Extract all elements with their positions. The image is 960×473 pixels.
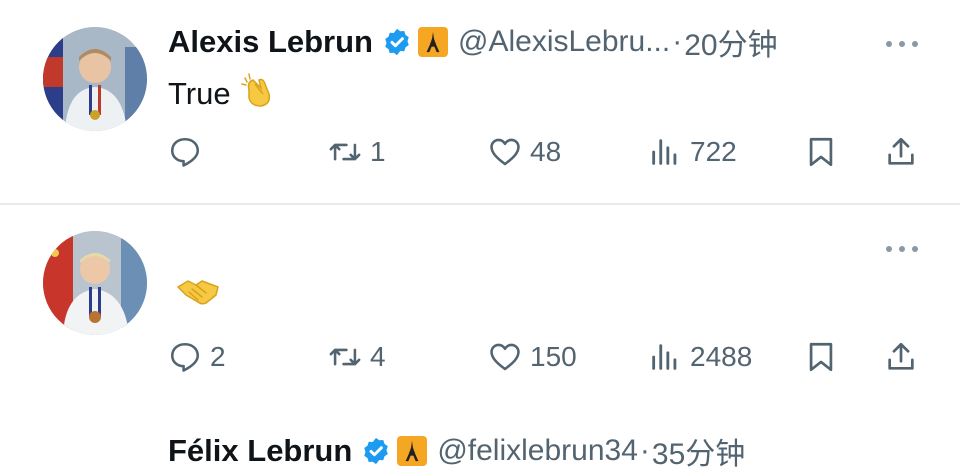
tweet-header: Alexis Lebrun @AlexisLebru... · 20分钟 xyxy=(168,22,778,62)
like-icon xyxy=(490,138,520,166)
like-count: 150 xyxy=(530,341,577,372)
tweet-actions: 2 4 150 2488 xyxy=(168,333,928,381)
timestamp[interactable]: 20分钟 xyxy=(684,20,777,64)
like-icon xyxy=(490,343,520,371)
tweet-actions: 1 48 722 xyxy=(168,128,928,176)
timestamp[interactable]: 35分钟 xyxy=(652,429,745,473)
avatar[interactable] xyxy=(43,27,147,131)
reply-icon xyxy=(170,137,200,167)
tweet[interactable]: Alexis Lebrun @AlexisLebru... · 20分钟 Tru… xyxy=(0,0,960,203)
tweet-text xyxy=(168,273,220,317)
eiffel-tower-icon xyxy=(397,436,428,466)
bookmark-icon xyxy=(809,342,833,372)
retweet-icon xyxy=(329,143,361,161)
separator: · xyxy=(639,434,650,467)
share-icon xyxy=(888,137,914,165)
like-button[interactable]: 150 xyxy=(488,333,577,381)
retweet-button[interactable]: 1 xyxy=(328,128,386,176)
reply-icon xyxy=(170,342,200,372)
reply-button[interactable]: 2 xyxy=(168,333,226,381)
handshake-icon xyxy=(176,273,220,317)
reply-button[interactable] xyxy=(168,128,210,176)
author-handle[interactable]: @felixlebrun34 xyxy=(437,434,638,468)
share-button[interactable] xyxy=(884,128,918,176)
author-name[interactable]: Félix Lebrun xyxy=(168,433,352,469)
bookmark-icon xyxy=(809,137,833,167)
like-button[interactable]: 48 xyxy=(488,128,561,176)
views-button[interactable]: 2488 xyxy=(648,333,752,381)
views-icon xyxy=(652,139,677,165)
like-count: 48 xyxy=(530,136,562,167)
verified-icon xyxy=(361,436,391,466)
view-count: 722 xyxy=(690,136,737,167)
views-icon xyxy=(652,344,677,370)
tweet[interactable]: Félix Lebrun @felixlebrun34 · 35分钟 2 4 1… xyxy=(0,205,960,471)
views-button[interactable]: 722 xyxy=(648,128,737,176)
more-icon[interactable] xyxy=(884,36,920,47)
more-icon[interactable] xyxy=(884,241,920,252)
author-handle[interactable]: @AlexisLebru... xyxy=(458,25,670,59)
retweet-count: 1 xyxy=(370,136,386,167)
tweet-text-content: True xyxy=(168,76,231,111)
retweet-button[interactable]: 4 xyxy=(328,333,386,381)
verified-icon xyxy=(382,27,412,57)
share-button[interactable] xyxy=(884,333,918,381)
separator: · xyxy=(672,25,683,58)
tweet-text: True xyxy=(168,70,279,118)
bookmark-button[interactable] xyxy=(804,128,838,176)
view-count: 2488 xyxy=(690,341,753,372)
retweet-icon xyxy=(329,348,361,366)
author-name[interactable]: Alexis Lebrun xyxy=(168,24,373,60)
bookmark-button[interactable] xyxy=(804,333,838,381)
tweet-header: Félix Lebrun @felixlebrun34 · 35分钟 xyxy=(168,431,745,471)
avatar[interactable] xyxy=(43,231,147,335)
eiffel-tower-icon xyxy=(418,27,448,57)
reply-count: 2 xyxy=(210,341,226,372)
retweet-count: 4 xyxy=(370,341,386,372)
clapping-hands-icon xyxy=(239,70,279,118)
share-icon xyxy=(888,342,914,370)
